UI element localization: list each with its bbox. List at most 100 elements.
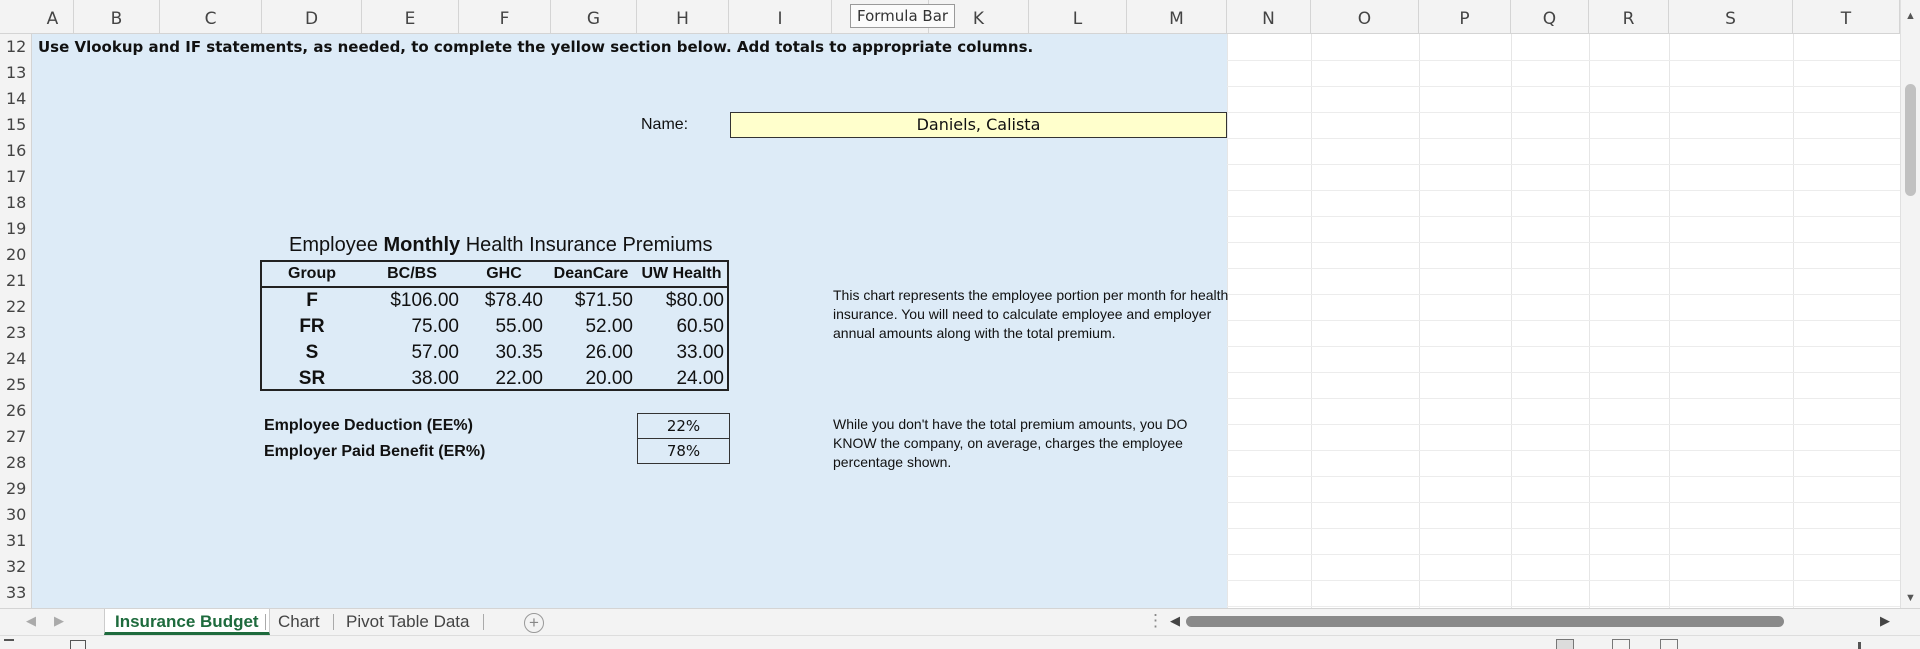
gridline-horizontal xyxy=(1227,86,1900,87)
column-header-c[interactable]: C xyxy=(160,0,262,34)
row-header-24[interactable]: 24 xyxy=(0,346,32,372)
add-sheet-icon[interactable]: + xyxy=(524,613,544,633)
row-header-13[interactable]: 13 xyxy=(0,60,32,86)
scroll-right-icon[interactable]: ▶ xyxy=(1880,613,1890,629)
premium-cell[interactable]: 26.00 xyxy=(546,340,633,366)
row-header-18[interactable]: 18 xyxy=(0,190,32,216)
column-header-o[interactable]: O xyxy=(1311,0,1419,34)
scroll-up-icon[interactable]: ▲ xyxy=(1905,10,1916,22)
horizontal-scroll-thumb[interactable] xyxy=(1186,616,1784,627)
gridline-horizontal xyxy=(1227,606,1900,607)
row-header-14[interactable]: 14 xyxy=(0,86,32,112)
tab-splitter-icon[interactable]: ⋮ xyxy=(1147,611,1164,631)
row-header-15[interactable]: 15 xyxy=(0,112,32,138)
premium-cell[interactable]: $80.00 xyxy=(636,288,724,314)
scroll-left-icon[interactable]: ◀ xyxy=(1170,613,1180,629)
gridline-horizontal xyxy=(1227,190,1900,191)
row-header-22[interactable]: 22 xyxy=(0,294,32,320)
employee-deduction-label: Employee Deduction (EE%) xyxy=(264,417,473,434)
column-header-n[interactable]: N xyxy=(1227,0,1311,34)
vertical-scrollbar[interactable]: ▲ ▼ xyxy=(1900,0,1920,608)
column-header-r[interactable]: R xyxy=(1589,0,1669,34)
worksheet-grid[interactable]: Use Vlookup and IF statements, as needed… xyxy=(32,34,1900,608)
sheet-tab-insurance-budget[interactable]: Insurance Budget xyxy=(104,609,270,635)
title-bold: Monthly xyxy=(383,234,461,256)
column-header-f[interactable]: F xyxy=(459,0,551,34)
scroll-down-icon[interactable]: ▼ xyxy=(1905,592,1916,604)
gridline-horizontal xyxy=(1227,554,1900,555)
column-header-p[interactable]: P xyxy=(1419,0,1511,34)
row-header-27[interactable]: 27 xyxy=(0,424,32,450)
excel-window: ABCDEFGHIJKLMNOPQRST 1213141516171819202… xyxy=(0,0,1920,649)
premium-cell[interactable]: 30.35 xyxy=(462,340,543,366)
gridline-horizontal xyxy=(1227,476,1900,477)
row-header-33[interactable]: 33 xyxy=(0,580,32,606)
premium-cell[interactable]: $106.00 xyxy=(362,288,459,314)
premium-cell[interactable]: 60.50 xyxy=(636,314,724,340)
title-suffix: Health Insurance Premiums xyxy=(460,234,713,256)
gridline-horizontal xyxy=(1227,216,1900,217)
gridline-horizontal xyxy=(1227,242,1900,243)
premium-cell[interactable]: 55.00 xyxy=(462,314,543,340)
sheet-tab-pivot-table-data[interactable]: Pivot Table Data xyxy=(336,609,479,635)
employer-benefit-cell[interactable]: 78% xyxy=(637,438,730,464)
column-header-i[interactable]: I xyxy=(729,0,832,34)
premium-cell[interactable]: 24.00 xyxy=(636,366,724,392)
premium-cell[interactable]: 38.00 xyxy=(362,366,459,392)
column-header-a[interactable]: A xyxy=(32,0,74,34)
premium-cell[interactable]: 52.00 xyxy=(546,314,633,340)
vertical-scroll-thumb[interactable] xyxy=(1905,84,1916,196)
gridline-vertical xyxy=(1511,34,1512,608)
premium-cell[interactable]: 57.00 xyxy=(362,340,459,366)
column-header-s[interactable]: S xyxy=(1669,0,1793,34)
name-label: Name: xyxy=(641,116,689,133)
row-header-19[interactable]: 19 xyxy=(0,216,32,242)
column-header-l[interactable]: L xyxy=(1029,0,1127,34)
row-header-28[interactable]: 28 xyxy=(0,450,32,476)
zoom-slider-thumb[interactable] xyxy=(1858,642,1861,649)
title-prefix: Employee xyxy=(289,234,384,256)
horizontal-scrollbar[interactable] xyxy=(1186,616,1878,628)
row-header-31[interactable]: 31 xyxy=(0,528,32,554)
gridline-horizontal xyxy=(1227,138,1900,139)
gridline-horizontal xyxy=(1227,112,1900,113)
row-header-17[interactable]: 17 xyxy=(0,164,32,190)
column-header-b[interactable]: B xyxy=(74,0,160,34)
column-header-g[interactable]: G xyxy=(551,0,637,34)
row-header-12[interactable]: 12 xyxy=(0,34,32,60)
row-header-20[interactable]: 20 xyxy=(0,242,32,268)
column-header-h[interactable]: H xyxy=(637,0,729,34)
row-header-26[interactable]: 26 xyxy=(0,398,32,424)
column-header-q[interactable]: Q xyxy=(1511,0,1589,34)
sheet-tab-chart[interactable]: Chart xyxy=(268,609,330,635)
row-header-30[interactable]: 30 xyxy=(0,502,32,528)
page-layout-view-icon[interactable] xyxy=(1612,639,1630,649)
next-sheet-icon[interactable]: ▶ xyxy=(54,613,64,629)
header-ghc: GHC xyxy=(486,265,522,282)
premium-cell[interactable]: $71.50 xyxy=(546,288,633,314)
row-header-32[interactable]: 32 xyxy=(0,554,32,580)
premium-cell[interactable]: 33.00 xyxy=(636,340,724,366)
sheet-tab-bar: ◀ ▶ Insurance Budget Chart Pivot Table Dat… xyxy=(0,608,1920,635)
tab-separator xyxy=(265,614,266,630)
column-header-t[interactable]: T xyxy=(1793,0,1900,34)
row-header-21[interactable]: 21 xyxy=(0,268,32,294)
name-input-cell[interactable]: Daniels, Calista xyxy=(730,112,1227,138)
row-header-29[interactable]: 29 xyxy=(0,476,32,502)
accessibility-icon[interactable] xyxy=(70,640,86,649)
page-break-preview-icon[interactable] xyxy=(1660,639,1678,649)
premium-cell[interactable]: 22.00 xyxy=(462,366,543,392)
normal-view-icon[interactable] xyxy=(1556,639,1574,649)
column-header-d[interactable]: D xyxy=(262,0,362,34)
premium-table: Group BC/BS GHC DeanCare UW Health F $106… xyxy=(260,260,729,391)
column-header-e[interactable]: E xyxy=(362,0,459,34)
column-header-m[interactable]: M xyxy=(1127,0,1227,34)
premium-cell[interactable]: $78.40 xyxy=(462,288,543,314)
prev-sheet-icon[interactable]: ◀ xyxy=(26,613,36,629)
row-header-25[interactable]: 25 xyxy=(0,372,32,398)
row-header-23[interactable]: 23 xyxy=(0,320,32,346)
employee-deduction-cell[interactable]: 22% xyxy=(637,413,730,439)
premium-cell[interactable]: 20.00 xyxy=(546,366,633,392)
premium-cell[interactable]: 75.00 xyxy=(362,314,459,340)
row-header-16[interactable]: 16 xyxy=(0,138,32,164)
